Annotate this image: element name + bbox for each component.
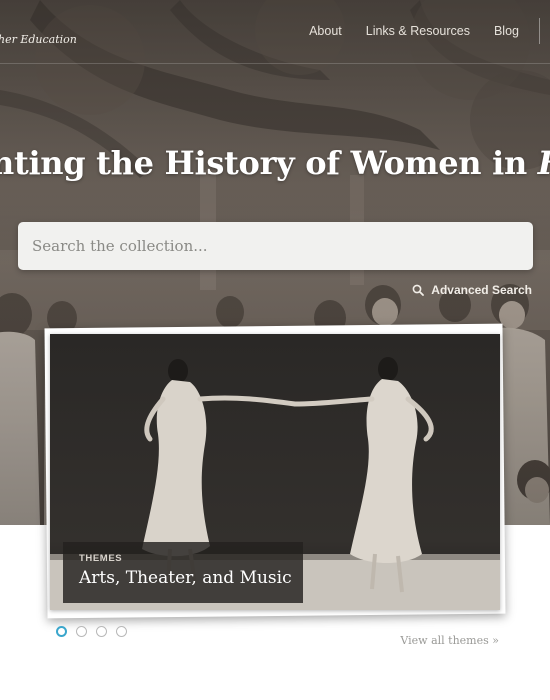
theme-kicker: THEMES [79, 553, 123, 564]
headline-italic: Higher E [538, 144, 550, 182]
theme-caption[interactable]: THEMES Arts, Theater, and Music [63, 542, 303, 603]
headline-regular: nting the History of Women in [0, 144, 538, 182]
advanced-search-label: Advanced Search [431, 283, 532, 297]
carousel-pager [56, 626, 136, 637]
carousel-dot-1[interactable] [56, 626, 67, 637]
main-nav: About Links & Resources Blog [309, 18, 550, 44]
theme-title: Arts, Theater, and Music [79, 568, 292, 588]
carousel-dot-3[interactable] [96, 626, 107, 637]
search-input[interactable] [18, 222, 533, 270]
advanced-search-link[interactable]: Advanced Search [412, 283, 532, 297]
nav-link-links-resources[interactable]: Links & Resources [366, 24, 470, 38]
carousel-dot-4[interactable] [116, 626, 127, 637]
search-icon [412, 284, 425, 296]
view-all-themes-link[interactable]: View all themes » [400, 634, 499, 647]
site-header: her Education About Links & Resources Bl… [0, 0, 550, 64]
page-headline: nting the History of Women in Higher E [0, 144, 550, 182]
nav-divider [539, 18, 540, 44]
site-title[interactable]: her Education [0, 33, 77, 46]
nav-link-blog[interactable]: Blog [494, 24, 519, 38]
nav-link-about[interactable]: About [309, 24, 342, 38]
carousel-dot-2[interactable] [76, 626, 87, 637]
